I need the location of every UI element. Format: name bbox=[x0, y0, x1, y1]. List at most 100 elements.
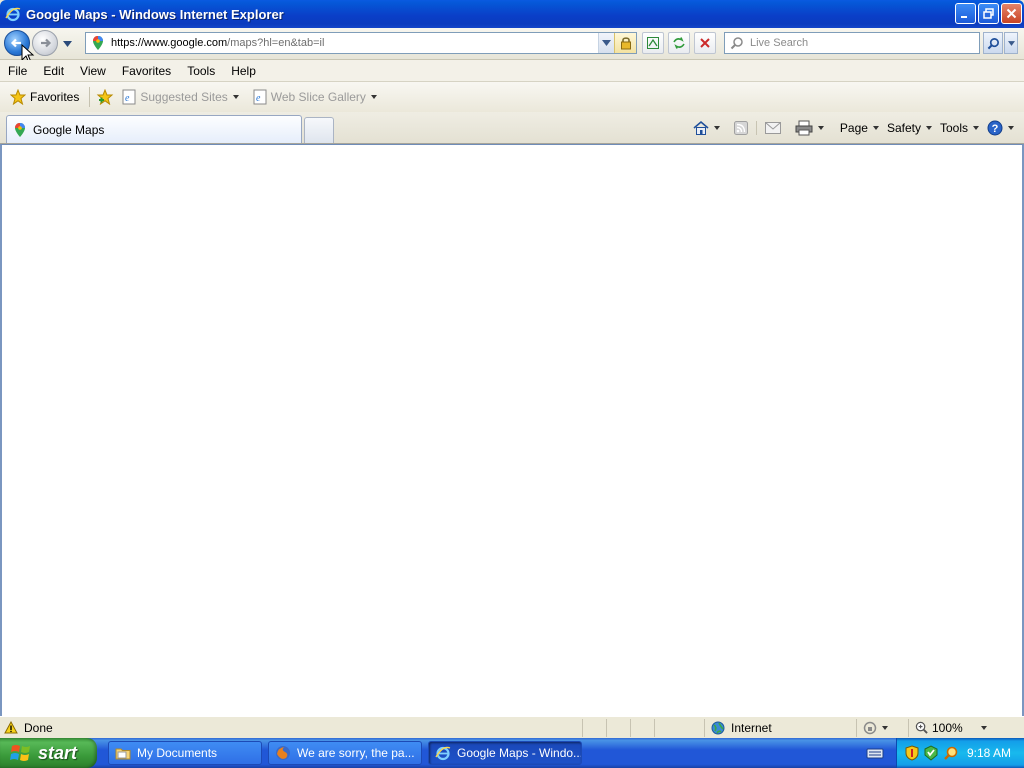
command-separator bbox=[755, 121, 757, 135]
compatibility-view-button[interactable] bbox=[642, 32, 664, 54]
warning-icon bbox=[4, 721, 18, 734]
ie-logo-icon bbox=[5, 7, 21, 22]
window-title: Google Maps - Windows Internet Explorer bbox=[26, 6, 284, 22]
forward-button[interactable] bbox=[32, 30, 58, 56]
close-icon bbox=[1006, 8, 1017, 19]
close-window-button[interactable] bbox=[1001, 3, 1022, 24]
start-button[interactable]: start bbox=[0, 738, 97, 768]
protected-mode-icon bbox=[863, 721, 877, 734]
suggested-sites-label: Suggested Sites bbox=[140, 90, 228, 104]
printer-icon bbox=[795, 120, 813, 136]
command-bar: Page Safety Tools ? bbox=[689, 116, 1018, 140]
taskbar-item-my-documents[interactable]: My Documents bbox=[108, 741, 262, 765]
status-pane bbox=[582, 718, 606, 737]
keyboard-icon[interactable] bbox=[866, 745, 884, 761]
menu-bar: File Edit View Favorites Tools Help bbox=[0, 60, 1024, 82]
start-label: start bbox=[38, 742, 78, 763]
restore-icon bbox=[983, 8, 994, 19]
menu-help[interactable]: Help bbox=[223, 61, 264, 81]
recent-pages-dropdown[interactable] bbox=[60, 38, 74, 50]
safety-menu-label: Safety bbox=[886, 121, 921, 135]
home-icon bbox=[693, 120, 709, 135]
help-icon: ? bbox=[987, 120, 1003, 136]
safety-menu-button[interactable]: Safety bbox=[883, 117, 936, 139]
taskbar: start My Documents We are sorry, the pa.… bbox=[0, 738, 1024, 768]
navigation-bar: https://www.google.com/maps?hl=en&tab=il… bbox=[0, 28, 1024, 64]
chevron-down-icon bbox=[925, 126, 932, 130]
windows-logo-icon bbox=[10, 745, 30, 761]
suggested-sites-link[interactable]: e Suggested Sites bbox=[118, 87, 242, 107]
status-pane bbox=[606, 718, 630, 737]
security-zone[interactable]: Internet bbox=[704, 718, 856, 737]
menu-edit[interactable]: Edit bbox=[35, 61, 72, 81]
add-to-favorites-bar-icon[interactable] bbox=[96, 89, 114, 105]
search-go-button[interactable] bbox=[983, 32, 1003, 54]
tools-menu-button[interactable]: Tools bbox=[936, 117, 983, 139]
mail-icon bbox=[764, 122, 781, 134]
minimize-button[interactable] bbox=[955, 3, 976, 24]
search-options-dropdown[interactable] bbox=[1004, 32, 1018, 54]
help-button[interactable]: ? bbox=[983, 117, 1018, 139]
star-icon bbox=[10, 89, 26, 105]
chevron-down-icon bbox=[817, 126, 824, 130]
stop-button[interactable] bbox=[694, 32, 716, 54]
zoom-control[interactable]: 100% bbox=[908, 718, 998, 737]
url-host: https://www.google.com bbox=[111, 37, 228, 49]
taskbar-item-google-maps-ie[interactable]: Google Maps - Windo... bbox=[428, 741, 582, 765]
taskbar-item-error-page[interactable]: We are sorry, the pa... bbox=[268, 741, 422, 765]
security-shield-icon[interactable] bbox=[905, 745, 919, 761]
taskbar-item-label: Google Maps - Windo... bbox=[457, 746, 581, 760]
new-tab-button[interactable] bbox=[304, 117, 334, 143]
tools-menu-label: Tools bbox=[939, 121, 968, 135]
globe-icon bbox=[711, 721, 725, 734]
ie-page-icon: e bbox=[253, 89, 267, 105]
page-menu-button[interactable]: Page bbox=[836, 117, 883, 139]
page-menu-label: Page bbox=[839, 121, 868, 135]
network-status-icon[interactable] bbox=[923, 745, 939, 761]
search-icon bbox=[728, 34, 746, 52]
search-placeholder: Live Search bbox=[750, 37, 809, 49]
address-field[interactable]: https://www.google.com/maps?hl=en&tab=il bbox=[85, 32, 637, 54]
forward-arrow-icon bbox=[41, 38, 52, 48]
status-pane bbox=[630, 718, 654, 737]
zoom-level: 100% bbox=[932, 720, 963, 735]
restore-button[interactable] bbox=[978, 3, 999, 24]
page-content[interactable] bbox=[0, 144, 1024, 716]
ie-page-icon: e bbox=[122, 89, 136, 105]
menu-view[interactable]: View bbox=[72, 61, 114, 81]
chevron-down-icon bbox=[713, 126, 720, 130]
firefox-icon bbox=[275, 745, 291, 761]
refresh-button[interactable] bbox=[668, 32, 690, 54]
chevron-down-icon bbox=[980, 725, 987, 730]
chevron-down-icon bbox=[1008, 126, 1014, 130]
refresh-icon bbox=[673, 37, 685, 49]
favorites-bar: Favorites e Suggested Sites e Web Slice … bbox=[0, 82, 1024, 112]
search-icon[interactable] bbox=[943, 745, 959, 761]
feeds-button[interactable] bbox=[730, 117, 752, 139]
print-button[interactable] bbox=[791, 117, 828, 139]
svg-text:?: ? bbox=[992, 123, 999, 135]
ie-logo-icon bbox=[435, 745, 451, 761]
security-lock-button[interactable] bbox=[614, 33, 636, 53]
protected-mode-button[interactable] bbox=[856, 718, 908, 737]
read-mail-button[interactable] bbox=[761, 117, 785, 139]
chevron-down-icon bbox=[872, 126, 879, 130]
favorites-button[interactable]: Favorites bbox=[6, 87, 83, 107]
menu-file[interactable]: File bbox=[0, 61, 35, 81]
maps-pin-icon bbox=[12, 122, 28, 138]
taskbar-item-label: We are sorry, the pa... bbox=[297, 746, 415, 760]
menu-favorites[interactable]: Favorites bbox=[114, 61, 179, 81]
chevron-down-icon bbox=[882, 725, 888, 730]
folder-icon bbox=[115, 745, 131, 761]
compatibility-view-icon bbox=[647, 37, 659, 49]
system-tray: 9:18 AM bbox=[896, 738, 1024, 768]
search-input[interactable]: Live Search bbox=[724, 32, 980, 54]
menu-tools[interactable]: Tools bbox=[179, 61, 223, 81]
tab-label: Google Maps bbox=[33, 122, 105, 137]
home-button[interactable] bbox=[689, 117, 724, 139]
tab-google-maps[interactable]: Google Maps bbox=[6, 115, 302, 143]
address-history-dropdown[interactable] bbox=[598, 33, 614, 53]
web-slice-gallery-link[interactable]: e Web Slice Gallery bbox=[249, 87, 381, 107]
window-title-bar[interactable]: Google Maps - Windows Internet Explorer bbox=[0, 0, 1024, 28]
svg-text:e: e bbox=[256, 93, 261, 104]
